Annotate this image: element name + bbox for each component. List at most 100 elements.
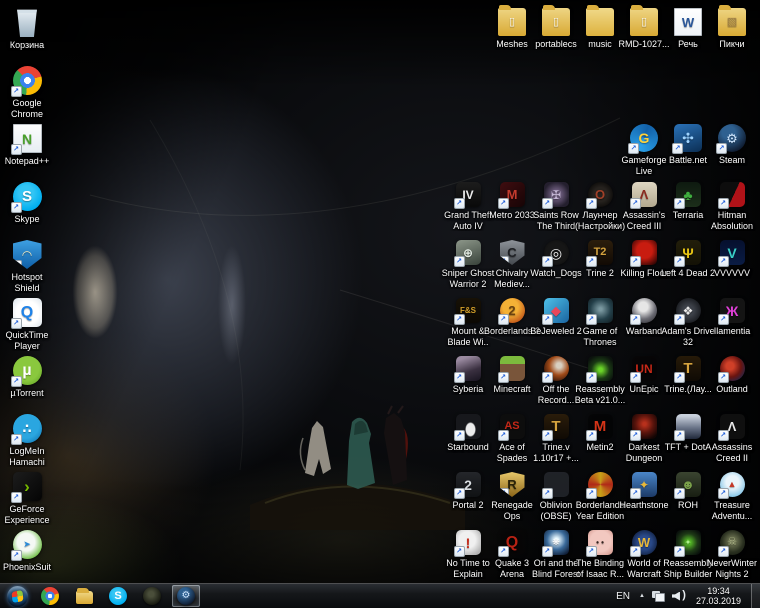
taskbar: S⚙ EN ▲ 19:34 27.03.2019 [0,583,760,608]
desktop-icon-label: Hitman Absolution [703,210,760,231]
start-button[interactable] [0,584,34,608]
desktop-icon-label: Hotspot Shield [0,272,56,293]
desktop-icon-geforce-experience[interactable]: ›GeForce Experience [0,472,56,525]
desktop-icon-logmein-hamachi[interactable]: ∴ LogMeIn Hamachi [0,414,56,467]
desktop-icon-google-chrome[interactable]: Google Chrome [0,66,56,119]
assassins-creed-iii-icon: Λ [632,182,657,207]
mount-and-blade-icon: F&S [456,298,481,323]
outland-icon [720,356,745,381]
folder-pikchi-icon: ▧ [718,8,746,36]
desktop-icon-quicktime-player[interactable]: Q QuickTime Player [0,298,56,351]
steam-icon: ⚙ [177,587,195,605]
ori-and-the-blind-forest-icon: ❋ [544,530,569,555]
desktop-icon-folder-pikchi[interactable]: ▧Пикчи [703,8,760,50]
taskbar-button-skype[interactable]: S [104,585,132,607]
desktop-icon-utorrent[interactable]: µµTorrent [0,356,56,399]
taskbar-button-game-launcher[interactable] [138,585,166,607]
hotspot-shield-icon: ◠ [13,240,42,269]
bejeweled-2-icon: ◆ [544,298,569,323]
desktop-icon-steam[interactable]: ⚙ Steam [703,124,760,166]
desktop-icon-label: LogMeIn Hamachi [0,446,56,467]
borderlands-year-edition-icon [588,472,613,497]
folder-rmd-1027-icon: ▯ [630,8,658,36]
oblivion-obse-icon [544,472,569,497]
chrome-icon [41,587,59,605]
language-indicator[interactable]: EN [614,591,632,602]
desktop-icon-ilamentia[interactable]: Ж Ilamentia [703,298,760,337]
windows-orb-icon [7,586,28,607]
vvvvvv-icon: V [720,240,745,265]
volume-icon[interactable] [672,591,686,602]
off-the-record-icon [544,356,569,381]
borderlands-2-icon: 2 [500,298,525,323]
chivalry-medieval-icon: C [500,240,525,265]
metro-2033-icon: M [500,182,525,207]
trine-v110r17-icon: T [544,414,569,439]
quicktime-player-icon: Q [13,298,42,327]
desktop-icon-hitman-absolution[interactable]: Hitman Absolution [703,182,760,231]
taskbar-buttons: S⚙ [36,585,200,607]
recycle-bin-icon [13,8,42,37]
game-of-thrones-icon [588,298,613,323]
desktop-icon-label: Assassins Creed II [703,442,760,463]
skype-icon: S [13,182,42,211]
gameforge-live-icon: G [630,124,658,152]
desktop-icon-skype[interactable]: S Skype [0,182,56,225]
desktop-icon-phoenixsuit[interactable]: ➤ PhoenixSuit [0,530,56,573]
clock-time: 19:34 [696,586,741,596]
quake-3-arena-icon: Q [500,530,525,555]
binding-of-isaac-icon: • • [588,530,613,555]
desktop-icon-label: VVVVVV [703,268,760,279]
doc-rech-icon: W [674,8,702,36]
desktop-icon-assassins-creed-ii[interactable]: Λ Assassins Creed II [703,414,760,463]
unepic-icon: UN [632,356,657,381]
ilamentia-icon: Ж [720,298,745,323]
starbound-icon [456,414,481,439]
taskbar-button-steam[interactable]: ⚙ [172,585,200,607]
utorrent-icon: µ [13,356,42,385]
desktop-icon-outland[interactable]: Outland [703,356,760,395]
desktop-icon-vvvvvv[interactable]: VVVVVVV [703,240,760,279]
network-icon[interactable] [652,591,665,602]
adams-drive-32-icon: ❖ [676,298,701,323]
tft-dota-icon [676,414,701,439]
desktop-icon-neverwinter-nights-2[interactable]: ☠NeverWinter Nights 2 [703,530,760,579]
desktop-icon-label: Ilamentia [703,326,760,337]
neverwinter-nights-2-icon: ☠ [720,530,745,555]
phoenixsuit-icon: ➤ [13,530,42,559]
desktop-icon-recycle-bin[interactable]: Корзина [0,8,56,51]
desktop-icon-label: PhoenixSuit [0,562,56,573]
folder-portablecs-icon: ▯ [542,8,570,36]
taskbar-button-chrome[interactable] [36,585,64,607]
sniper-ghost-warrior-2-icon: ⊕ [456,240,481,265]
taskbar-button-explorer[interactable] [70,585,98,607]
assassins-creed-ii-icon: Λ [720,414,745,439]
steam-icon: ⚙ [718,124,746,152]
minecraft-icon [500,356,525,381]
show-desktop-button[interactable] [751,584,760,608]
tray-expand-icon[interactable]: ▲ [639,593,645,599]
clock-date: 27.03.2019 [696,596,741,606]
desktop-icon-label: Steam [703,155,760,166]
world-of-warcraft-icon: W [632,530,657,555]
desktop-icon-treasure-adventure[interactable]: ▲Treasure Adventu... [703,472,760,521]
desktop-icon-label: Skype [0,214,56,225]
logmein-hamachi-icon: ∴ [13,414,42,443]
ace-of-spades-icon: AS [500,414,525,439]
trine-launcher-icon: T [676,356,701,381]
windows-flag-icon [11,590,23,603]
explorer-icon [76,591,93,604]
left-4-dead-2-icon: Ψ [676,240,701,265]
google-chrome-icon [13,66,42,95]
system-tray: EN ▲ 19:34 27.03.2019 [614,584,760,608]
geforce-experience-icon: › [13,472,42,501]
taskbar-clock[interactable]: 19:34 27.03.2019 [693,586,744,606]
desktop-icon-hotspot-shield[interactable]: ◠ Hotspot Shield [0,240,56,293]
desktop-icon-label: QuickTime Player [0,330,56,351]
metin2-icon: M [588,414,613,439]
game-launcher-icon [143,587,161,605]
desktop-icon-label: Outland [703,384,760,395]
roh-icon: ☻ [676,472,701,497]
desktop-icon-notepad-plus-plus[interactable]: NNotepad++ [0,124,56,167]
desktop-icon-label: Корзина [0,40,56,51]
